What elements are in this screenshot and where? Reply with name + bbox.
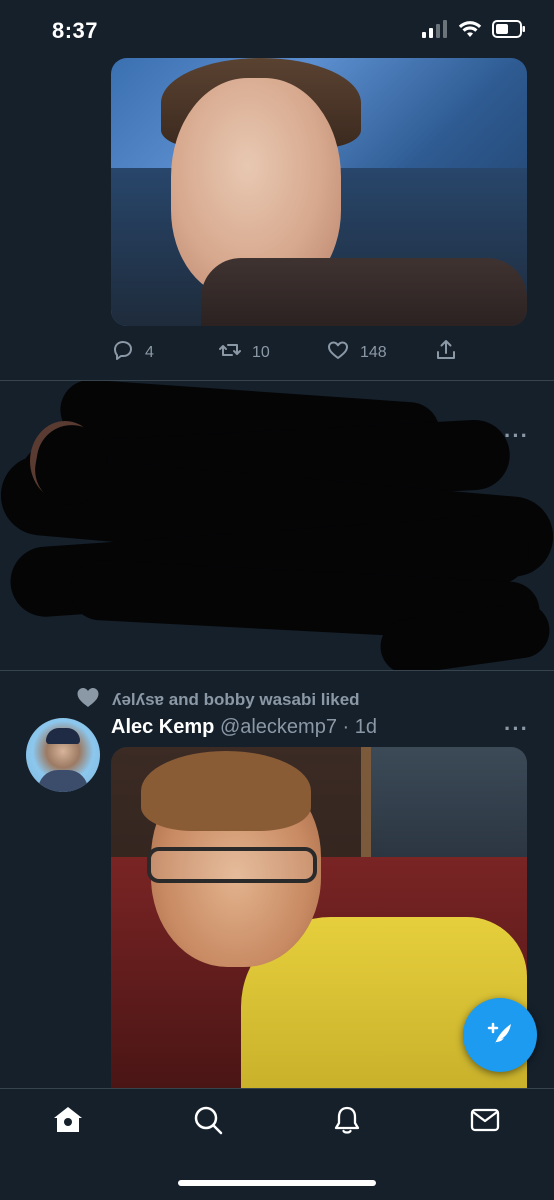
photo-shirt xyxy=(201,258,527,326)
battery-icon xyxy=(492,20,526,43)
redacted-tweet[interactable]: ··· xyxy=(0,381,554,671)
tweet-1-actions: 4 10 148 xyxy=(0,336,554,366)
status-bar: 8:37 xyxy=(0,0,554,60)
reply-icon xyxy=(111,338,135,367)
photo-hair xyxy=(141,751,311,831)
avatar[interactable] xyxy=(26,718,100,792)
photo-window xyxy=(361,747,527,867)
display-name[interactable]: Alec Kemp xyxy=(111,716,214,738)
reply-count: 4 xyxy=(145,343,154,361)
avatar-cap xyxy=(46,728,80,744)
heart-icon xyxy=(326,338,350,367)
social-context-text: ʎəlʎsɐ and bobby wasabi liked xyxy=(112,689,360,709)
home-indicator[interactable] xyxy=(178,1180,376,1186)
like-count: 148 xyxy=(360,343,387,361)
signal-icon xyxy=(422,20,448,43)
compose-tweet-button[interactable] xyxy=(463,998,537,1072)
retweet-button[interactable]: 10 xyxy=(218,338,270,367)
status-time: 8:37 xyxy=(52,18,99,43)
tab-messages[interactable] xyxy=(468,1105,502,1139)
tweet-1-media[interactable] xyxy=(111,58,527,326)
user-handle[interactable]: @aleckemp7 xyxy=(220,716,337,738)
wifi-icon xyxy=(458,20,482,43)
tweet-timestamp: · 1d xyxy=(342,716,377,738)
social-context: ʎəlʎsɐ and bobby wasabi liked xyxy=(76,686,360,713)
retweet-icon xyxy=(218,338,242,367)
more-options-icon[interactable]: ··· xyxy=(504,716,529,742)
photo-glasses xyxy=(147,847,317,883)
search-icon xyxy=(192,1104,224,1141)
tab-search[interactable] xyxy=(191,1105,225,1139)
mail-icon xyxy=(469,1104,501,1141)
share-button[interactable] xyxy=(434,338,458,367)
heart-icon xyxy=(76,686,100,713)
home-icon xyxy=(52,1104,84,1141)
retweet-count: 10 xyxy=(252,343,270,361)
like-button[interactable]: 148 xyxy=(326,338,387,367)
status-icons xyxy=(422,20,526,43)
reply-button[interactable]: 4 xyxy=(111,338,154,367)
tab-home[interactable] xyxy=(51,1105,85,1139)
avatar-shirt xyxy=(38,770,88,792)
tweet-header: Alec Kemp @aleckemp7 · 1d xyxy=(111,716,377,739)
tab-notifications[interactable] xyxy=(330,1105,364,1139)
bell-icon xyxy=(331,1104,363,1141)
compose-tweet-icon xyxy=(483,1016,517,1055)
divider xyxy=(0,670,554,671)
share-icon xyxy=(434,338,458,367)
